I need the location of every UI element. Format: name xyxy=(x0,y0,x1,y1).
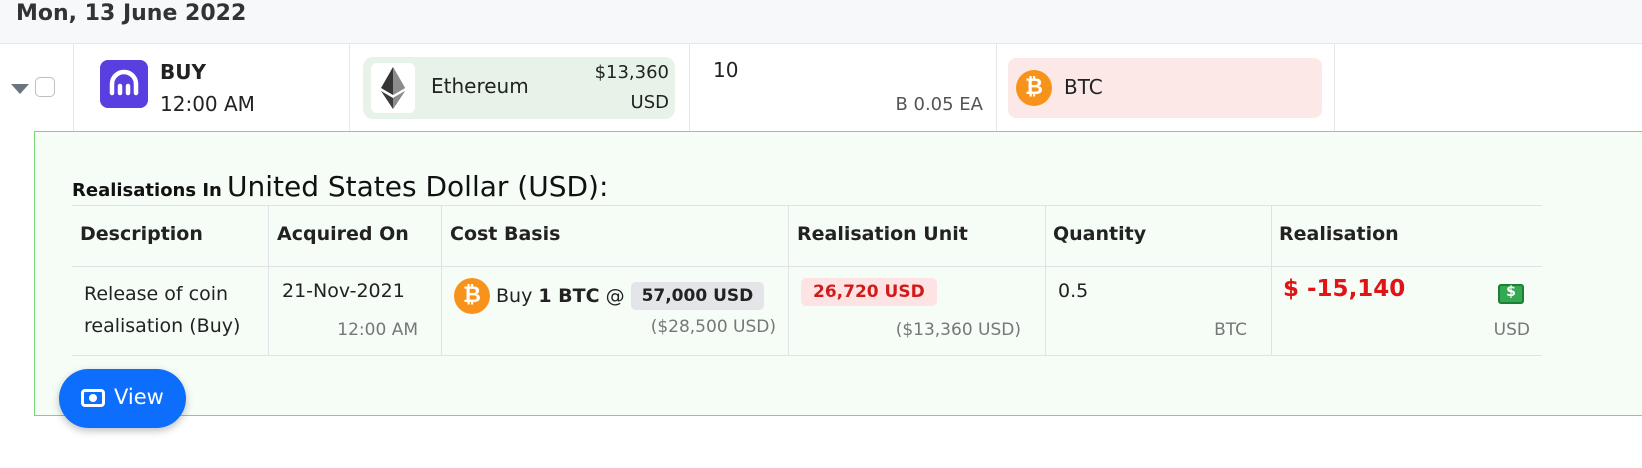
date-header-bar: Mon, 13 June 2022 xyxy=(0,0,1642,44)
bitcoin-icon: ₿ xyxy=(1016,70,1052,106)
realisation-details-panel: Realisations In United States Dollar (US… xyxy=(34,131,1642,416)
column-header-acquired-on: Acquired On xyxy=(277,223,409,245)
description-line-2: realisation (Buy) xyxy=(84,315,241,337)
realisation-value: $ -15,140 xyxy=(1283,276,1406,302)
column-header-quantity: Quantity xyxy=(1053,223,1147,245)
column-header-cost-basis: Cost Basis xyxy=(450,223,561,245)
transaction-row[interactable]: BUY 12:00 AM Ethereum $13,360 USD 10 B 0… xyxy=(0,44,1642,132)
date-header: Mon, 13 June 2022 xyxy=(16,1,247,26)
quantity-unit: BTC xyxy=(1214,320,1247,340)
realisations-heading-currency: United States Dollar (USD): xyxy=(226,170,609,203)
realisations-heading-prefix: Realisations In xyxy=(72,180,222,201)
realisation-unit-badge: 26,720 USD xyxy=(801,278,937,306)
column-header-description: Description xyxy=(80,223,203,245)
sent-asset-name: Ethereum xyxy=(431,74,529,98)
expand-caret-icon[interactable] xyxy=(11,84,29,94)
received-asset-card: ₿ BTC xyxy=(1008,58,1322,118)
sent-asset-currency: USD xyxy=(630,92,669,113)
cost-basis: ₿ Buy 1 BTC @ 57,000 USD xyxy=(454,278,765,314)
sent-asset-card: Ethereum $13,360 USD xyxy=(363,57,675,119)
column-divider xyxy=(689,44,690,132)
realisations-table: Description Acquired On Cost Basis Reali… xyxy=(72,205,1542,356)
column-divider xyxy=(349,44,350,132)
bitcoin-icon: ₿ xyxy=(454,278,490,314)
description-line-1: Release of coin xyxy=(84,283,229,305)
cost-basis-at: @ xyxy=(605,285,625,307)
column-header-realisation-unit: Realisation Unit xyxy=(797,223,968,245)
view-button-label: View xyxy=(114,385,164,409)
column-divider xyxy=(996,44,997,132)
row-select-checkbox[interactable] xyxy=(35,77,55,97)
acquired-date: 21-Nov-2021 xyxy=(282,280,405,302)
realisation-unit-usd: ($13,360 USD) xyxy=(895,320,1021,340)
kraken-icon xyxy=(100,60,148,108)
realisation-currency: USD xyxy=(1493,320,1530,340)
column-divider xyxy=(1334,44,1335,132)
received-asset-name: BTC xyxy=(1064,75,1103,99)
table-header-row: Description Acquired On Cost Basis Reali… xyxy=(72,206,1542,267)
transaction-rate: B 0.05 EA xyxy=(895,94,983,115)
cost-basis-total: ($28,500 USD) xyxy=(650,317,776,337)
cost-basis-amount: 1 BTC xyxy=(538,285,600,307)
view-icon xyxy=(81,389,105,407)
column-divider xyxy=(73,44,74,132)
cost-basis-prefix: Buy xyxy=(496,285,533,307)
realisations-heading: Realisations In United States Dollar (US… xyxy=(72,170,608,203)
cash-icon xyxy=(1498,284,1524,304)
acquired-time: 12:00 AM xyxy=(337,320,418,340)
ethereum-icon xyxy=(371,63,415,113)
sent-asset-amount: $13,360 xyxy=(594,62,669,83)
transaction-time: 12:00 AM xyxy=(160,92,255,116)
table-row: Release of coin realisation (Buy) 21-Nov… xyxy=(72,266,1542,356)
column-header-realisation: Realisation xyxy=(1279,223,1399,245)
quantity-value: 0.5 xyxy=(1058,280,1089,302)
transaction-quantity: 10 xyxy=(713,58,739,82)
view-button[interactable]: View xyxy=(59,369,186,428)
cost-basis-price-badge: 57,000 USD xyxy=(630,282,765,310)
transaction-type: BUY xyxy=(160,60,206,84)
